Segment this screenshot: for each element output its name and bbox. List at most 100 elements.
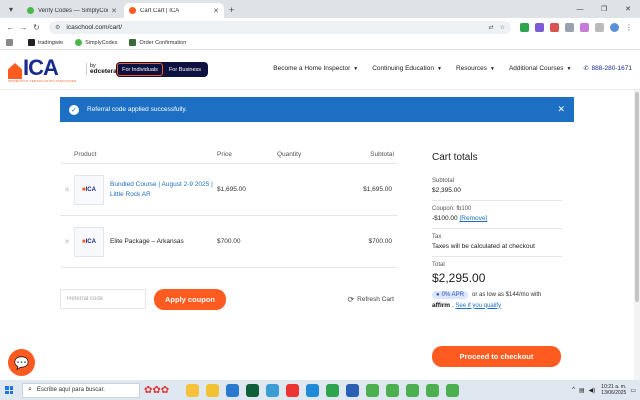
success-notice: ✓ Referral code applied successfully. ✕ (60, 97, 574, 122)
scrollbar-thumb[interactable] (635, 92, 639, 302)
shield-extension-icon[interactable] (520, 22, 529, 32)
nav-resources[interactable]: Resources ▼ (456, 65, 495, 72)
taskbar-app-icon[interactable] (306, 383, 319, 397)
referral-code-input[interactable] (60, 289, 146, 309)
taskbar-app-icon[interactable] (246, 383, 259, 397)
browser-menu-icon[interactable]: ⋮ (625, 23, 633, 32)
for-business-button[interactable]: For Business (163, 63, 207, 76)
url-text[interactable]: icaschool.com/cart/ (66, 24, 482, 31)
apps-grid-icon[interactable] (6, 39, 16, 46)
coupon-value: -$100.00 (432, 215, 458, 222)
refresh-cart-button[interactable]: ⟳ Refresh Cart (347, 295, 394, 304)
taskbar-app-icon[interactable] (346, 383, 359, 397)
total-value: $2,295.00 (432, 271, 486, 285)
bookmark-star-icon[interactable]: ☆ (500, 24, 505, 31)
bookmark-label: Order Confirmation (139, 39, 187, 46)
browser-tab-strip: ▾ Verify Codes — SimplyCodes ✕ Cart Cart… (0, 0, 640, 18)
tab-title: Verify Codes — SimplyCodes (38, 7, 108, 14)
taskbar-app-icon[interactable] (366, 383, 379, 397)
windows-taskbar: ⌕ Escribe aquí para buscar. ✿✿✿ ^ ▤ ◀) 1… (0, 380, 640, 400)
forward-arrow-icon[interactable]: → (17, 23, 30, 32)
flowers-widget-icon[interactable]: ✿✿✿ (144, 385, 172, 396)
product-thumbnail[interactable]: ■ICA (74, 226, 104, 257)
coupon-label: Coupon: fb100 (432, 206, 472, 212)
tab-close-icon[interactable]: ✕ (213, 7, 219, 15)
extension-icon[interactable] (565, 22, 574, 32)
house-logo-icon (8, 63, 22, 79)
extension-icon[interactable] (535, 22, 544, 32)
back-arrow-icon[interactable]: ← (4, 23, 17, 32)
new-tab-button[interactable]: + (229, 5, 234, 15)
volume-icon[interactable]: ◀) (589, 387, 596, 394)
simplycodes-icon (75, 39, 83, 46)
nav-become-home-inspector[interactable]: Become a Home Inspector ▼ (273, 65, 358, 72)
taskbar-app-icon[interactable] (266, 383, 279, 397)
for-individuals-button[interactable]: For Individuals (117, 63, 163, 76)
minimize-icon[interactable]: — (568, 0, 592, 18)
chevron-down-icon: ▼ (566, 65, 572, 72)
product-name-link[interactable]: Bundled Course | August 2-9 2025 | Littl… (110, 180, 217, 200)
nav-continuing-education[interactable]: Continuing Education ▼ (372, 65, 442, 72)
browser-tab-simplycodes[interactable]: Verify Codes — SimplyCodes ✕ (22, 3, 122, 18)
header-subtotal: Subtotal (370, 151, 394, 158)
nav-additional-courses[interactable]: Additional Courses ▼ (509, 65, 572, 72)
extension-icon[interactable] (580, 22, 589, 32)
remove-item-icon[interactable]: ✕ (60, 186, 74, 194)
ica-logo[interactable]: ICA INSPECTION CERTIFICATION ASSOCIATES (8, 55, 76, 83)
taskbar-app-icon[interactable] (226, 383, 239, 397)
bookmark-label: tradingwie (38, 39, 64, 46)
maximize-icon[interactable]: ❐ (592, 0, 616, 18)
notifications-icon[interactable]: ▭ (630, 387, 636, 394)
see-if-you-qualify-link[interactable]: See if you qualify (455, 303, 501, 309)
logo-text: ICA (23, 55, 59, 80)
remove-item-icon[interactable]: ✕ (60, 238, 74, 246)
tab-close-icon[interactable]: ✕ (111, 7, 117, 15)
profile-avatar-icon[interactable] (610, 22, 619, 32)
taskbar-app-icon[interactable] (446, 383, 459, 397)
bookmark-order-confirmation[interactable]: Order Confirmation (129, 39, 186, 46)
bookmark-tradingwie[interactable]: tradingwie (28, 39, 63, 46)
reload-icon[interactable]: ↻ (30, 23, 43, 32)
chat-bubble-icon[interactable]: 💬 (8, 349, 35, 376)
taskbar-app-icon[interactable] (326, 383, 339, 397)
dismiss-notice-icon[interactable]: ✕ (557, 104, 565, 115)
puzzle-extensions-icon[interactable] (595, 22, 604, 32)
taskbar-app-icon[interactable] (286, 383, 299, 397)
system-tray: ^ ▤ ◀) 10:21 a. m. 13/06/2025 ▭ (568, 384, 640, 396)
url-omnibox[interactable]: ⚙ icaschool.com/cart/ ⇄ ☆ (49, 20, 511, 34)
affirm-logo: affirm (432, 302, 451, 309)
taskbar-apps (186, 383, 466, 397)
taskbar-app-icon[interactable] (386, 383, 399, 397)
check-circle-icon: ✓ (69, 104, 79, 115)
taskbar-search[interactable]: ⌕ Escribe aquí para buscar. (22, 382, 140, 398)
remove-coupon-link[interactable]: [Remove] (459, 215, 487, 222)
tab-search-icon[interactable]: ▾ (4, 2, 18, 16)
product-thumbnail[interactable]: ■ICA (74, 174, 104, 205)
site-info-icon[interactable]: ⚙ (55, 24, 60, 31)
page-scrollbar[interactable] (634, 90, 640, 380)
phone-link[interactable]: ✆ 888-280-1671 (583, 65, 632, 72)
site-header: ICA INSPECTION CERTIFICATION ASSOCIATES … (0, 50, 640, 90)
translate-icon[interactable]: ⇄ (489, 24, 494, 31)
taskbar-app-icon[interactable] (186, 383, 199, 397)
browser-tab-ica-cart[interactable]: Cart Cart | ICA ✕ (124, 3, 224, 18)
nav-label: Additional Courses (508, 65, 564, 72)
taskbar-app-icon[interactable] (406, 383, 419, 397)
proceed-to-checkout-button[interactable]: Proceed to checkout (432, 346, 561, 367)
affirm-apr-line: ● 0% APR or as low as $144/mo with (432, 291, 562, 299)
apply-coupon-button[interactable]: Apply coupon (154, 288, 226, 310)
close-window-icon[interactable]: ✕ (616, 0, 640, 18)
taskbar-app-icon[interactable] (206, 383, 219, 397)
clock-date: 13/06/2025 (601, 390, 627, 396)
window-controls: — ❐ ✕ (568, 0, 640, 18)
taskbar-app-icon[interactable] (426, 383, 439, 397)
network-icon[interactable]: ▤ (579, 387, 585, 394)
tray-chevron-icon[interactable]: ^ (572, 387, 575, 393)
windows-start-icon[interactable] (0, 380, 18, 400)
extension-icon[interactable] (550, 22, 559, 32)
taskbar-clock[interactable]: 10:21 a. m. 13/06/2025 (601, 384, 626, 396)
bookmark-simplycodes[interactable]: SimplyCodes (75, 39, 117, 46)
simplycodes-favicon-icon (27, 7, 34, 14)
header-price: Price (217, 151, 232, 158)
tradingview-icon (28, 39, 35, 46)
